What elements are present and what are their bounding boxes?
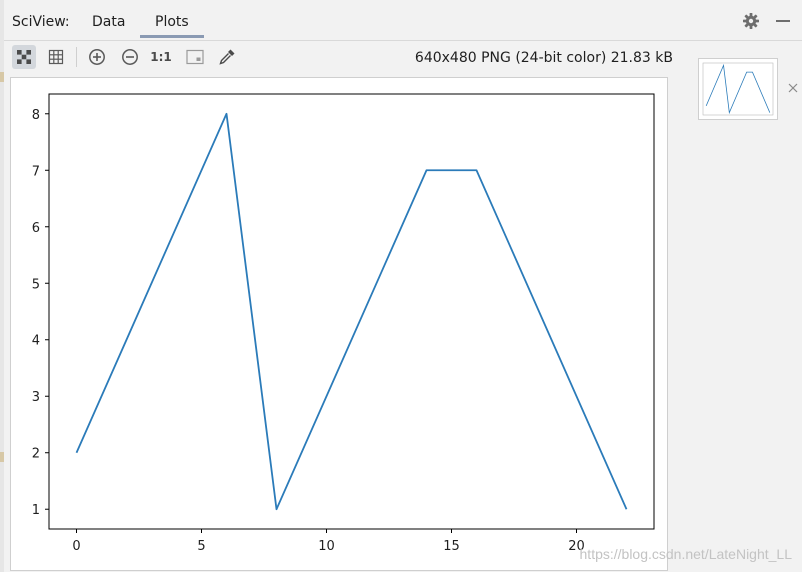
y-tick-label: 4 [32, 334, 40, 349]
image-info: 640x480 PNG (24-bit color) 21.83 kB [414, 50, 673, 66]
fit-screen-icon[interactable] [183, 45, 207, 69]
minimize-icon[interactable] [774, 12, 792, 30]
y-tick-label: 2 [32, 447, 40, 462]
gear-icon[interactable] [742, 12, 760, 30]
tab-plots[interactable]: Plots [155, 14, 189, 30]
y-tick-label: 8 [32, 108, 40, 123]
close-icon[interactable] [786, 80, 800, 94]
edge-marker [0, 72, 4, 82]
active-tab-indicator [140, 35, 204, 38]
image-toolbar: 1:1 640x480 PNG (24-bit color) 21.83 kB [4, 41, 802, 73]
thumbnail-chart [702, 62, 774, 116]
x-tick-label: 15 [443, 539, 460, 554]
x-tick-label: 0 [72, 539, 80, 554]
sciview-tabbar: SciView: Data Plots [4, 0, 802, 41]
plot-thumbnail[interactable] [698, 58, 778, 120]
y-tick-label: 1 [32, 503, 40, 518]
watermark: https://blog.csdn.net/LateNight_LL [579, 546, 792, 562]
y-tick-label: 3 [32, 390, 40, 405]
tab-data[interactable]: Data [92, 14, 125, 30]
x-tick-label: 5 [197, 539, 205, 554]
y-tick-label: 5 [32, 277, 40, 292]
zoom-out-icon[interactable] [118, 45, 142, 69]
left-edge-strip [0, 0, 4, 572]
panel-title: SciView: [12, 14, 70, 30]
toolbar-separator [76, 47, 77, 67]
x-tick-label: 10 [318, 539, 335, 554]
plot-image: 0 5 10 15 20 1 2 3 4 5 6 7 8 [10, 77, 668, 571]
y-tick-label: 7 [32, 164, 40, 179]
line-chart: 0 5 10 15 2012345678 [32, 93, 655, 554]
checkerboard-icon[interactable] [12, 45, 36, 69]
color-picker-icon[interactable] [215, 45, 239, 69]
zoom-in-icon[interactable] [85, 45, 109, 69]
thumbnail-series-line [705, 63, 771, 115]
actual-size-button[interactable]: 1:1 [149, 45, 173, 69]
grid-icon[interactable] [44, 45, 68, 69]
y-tick-label: 6 [32, 221, 40, 236]
series-line [75, 112, 628, 511]
edge-marker [0, 452, 4, 462]
